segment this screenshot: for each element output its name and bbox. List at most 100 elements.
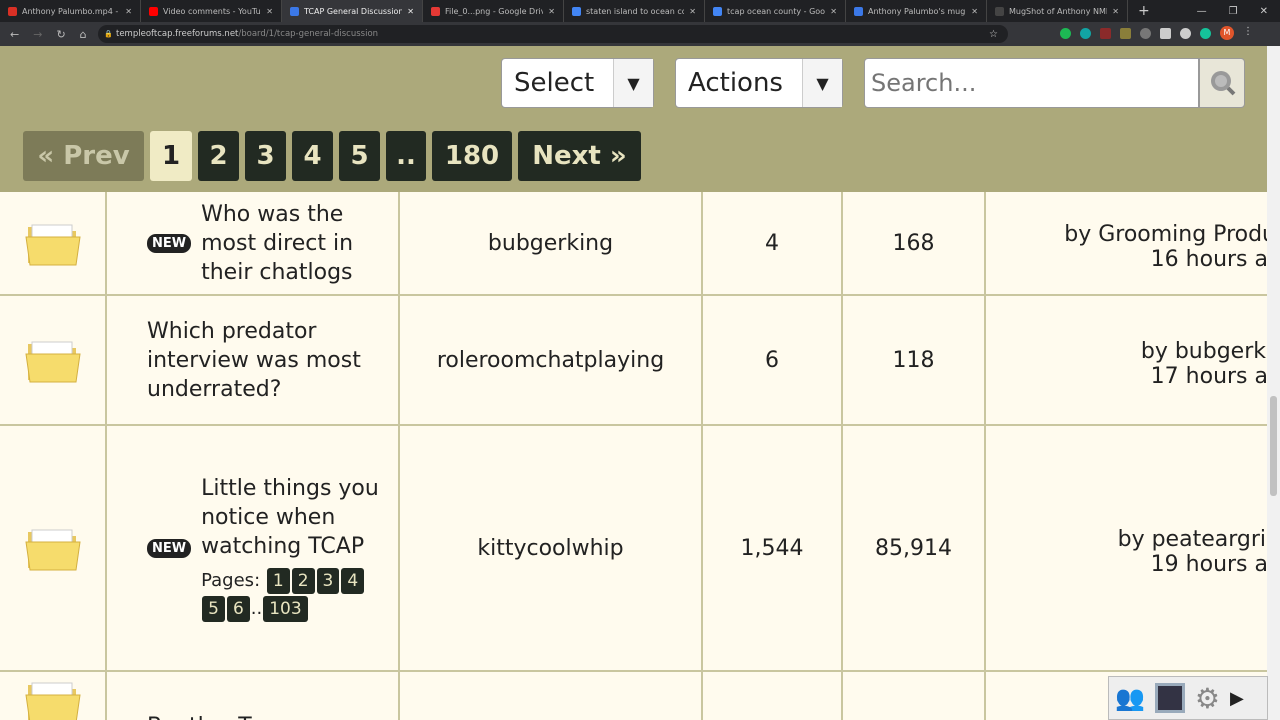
forward-button[interactable]: → [33,28,42,41]
views-count: 85,914 [875,535,952,561]
thread-title-link[interactable]: Which predator interview was most underr… [147,317,367,404]
page-button[interactable]: .. [386,131,426,181]
search-input[interactable] [864,58,1199,108]
thread-page-button[interactable]: 1 [266,567,290,594]
views-cell: 118 [843,296,986,426]
thread-title-link[interactable]: Bootleg To [147,712,367,720]
scrollbar-thumb[interactable] [1270,396,1277,496]
new-tab-button[interactable]: + [1128,3,1160,19]
thread-page-button[interactable]: 4 [341,567,365,594]
minimize-button[interactable]: — [1197,6,1207,17]
favicon-icon [290,6,299,16]
url-field[interactable]: 🔒 templeoftcap.freeforums.net/board/1/tca… [98,25,1008,43]
thread-topic-cell: NEW Who was the most direct in their chat… [107,192,400,296]
page-button[interactable]: 2 [198,131,239,181]
close-tab-icon[interactable]: ✕ [830,7,837,16]
favicon-icon [572,6,581,16]
extension-icon[interactable] [1060,28,1071,39]
last-post-by[interactable]: by Grooming Produ [1036,222,1267,247]
extension-icon[interactable] [1160,28,1171,39]
chevron-down-icon: ▼ [613,59,653,107]
folder-icon [24,529,81,571]
prev-page-button[interactable]: « Prev [23,131,144,181]
author-cell: bubgerking [400,192,703,296]
thread-list: NEW Who was the most direct in their chat… [0,192,1267,720]
page-button[interactable]: 5 [339,131,380,181]
extension-icon[interactable] [1080,28,1091,39]
close-tab-icon[interactable]: ✕ [407,7,414,16]
browser-tab[interactable]: Video comments - YouTube ✕ [141,0,282,22]
search-icon [1211,71,1236,96]
gear-icon[interactable]: ⚙ [1195,682,1220,715]
browser-tab-bar: Anthony Palumbo.mp4 - Go✕Video comments … [0,0,1280,22]
favicon-icon [713,6,722,16]
close-tab-icon[interactable]: ✕ [266,7,273,16]
page-button[interactable]: 180 [432,131,512,181]
expand-arrow-icon[interactable]: ▶ [1230,688,1244,709]
menu-icon[interactable]: ⋮ [1243,26,1253,37]
scrollbar[interactable] [1267,46,1280,720]
folder-icon [24,682,81,720]
address-bar-row: ← → ↻ ⌂ 🔒 templeoftcap.freeforums.net/board/… [0,22,1280,46]
page-button[interactable]: 4 [292,131,333,181]
views-cell: 168 [843,192,986,296]
close-tab-icon[interactable]: ✕ [548,7,555,16]
last-post-by[interactable]: by bubgerk [1036,339,1266,364]
replies-cell [703,672,843,720]
actions-dropdown[interactable]: Actions ▼ [675,58,843,108]
switch-window-icon[interactable] [1154,683,1185,713]
maximize-button[interactable]: ❐ [1229,6,1238,17]
author-link[interactable]: bubgerking [488,231,613,256]
next-page-button[interactable]: Next » [518,131,641,181]
new-badge: NEW [147,538,192,558]
author-cell [400,672,703,720]
thread-page-button[interactable]: 2 [291,567,315,594]
thread-title-link[interactable]: Little things you notice when watching T… [201,474,381,561]
page-button[interactable]: 1 [150,131,192,181]
browser-tab[interactable]: TCAP General Discussion | T✕ [282,0,423,22]
close-tab-icon[interactable]: ✕ [1112,7,1119,16]
views-count: 168 [892,230,935,256]
browser-tab[interactable]: Anthony Palumbo's mug sh ✕ [846,0,987,22]
thread-page-button[interactable]: 5 [202,595,225,622]
author-link[interactable]: kittycoolwhip [477,536,623,561]
close-tab-icon[interactable]: ✕ [125,7,132,16]
search-button[interactable] [1199,58,1245,108]
users-icon[interactable]: 👥 [1115,684,1145,712]
thread-status-cell [0,192,107,296]
profile-avatar[interactable]: M [1220,26,1234,40]
extension-icon[interactable] [1140,28,1151,39]
browser-tab[interactable]: File_0...png - Google Drive ✕ [423,0,564,22]
thread-topic-cell: Bootleg To [107,672,400,720]
page-button[interactable]: 3 [245,131,286,181]
last-post-time: 16 hours a [1150,247,1267,272]
bookmark-star-icon[interactable]: ☆ [989,29,998,40]
thread-page-button[interactable]: 6 [226,595,250,622]
author-cell: roleroomchatplaying [400,296,703,426]
close-tab-icon[interactable]: ✕ [971,7,978,16]
close-tab-icon[interactable]: ✕ [689,7,696,16]
floating-toolbar: 👥 ⚙ ▶ [1108,676,1268,720]
thread-page-button[interactable]: 103 [263,595,308,622]
back-button[interactable]: ← [10,28,19,41]
select-dropdown[interactable]: Select ▼ [501,58,654,108]
last-post-by[interactable]: by peateargri [1036,527,1266,552]
grammarly-icon[interactable] [1200,28,1211,39]
author-link[interactable]: roleroomchatplaying [437,348,664,373]
chevron-down-icon: ▼ [802,59,842,107]
last-post-cell: by Grooming Produ 16 hours a [986,192,1267,296]
browser-tab[interactable]: staten island to ocean coun✕ [564,0,705,22]
close-window-button[interactable]: ✕ [1260,6,1268,17]
thread-title-link[interactable]: Who was the most direct in their chatlog… [201,200,381,287]
reload-button[interactable]: ↻ [56,28,65,41]
browser-tab[interactable]: MugShot of Anthony NMN ✕ [987,0,1128,22]
replies-cell: 1,544 [703,426,843,672]
browser-tab[interactable]: Anthony Palumbo.mp4 - Go✕ [0,0,141,22]
extension-icon[interactable] [1100,28,1111,39]
browser-tab[interactable]: tcap ocean county - Google✕ [705,0,846,22]
extension-icon[interactable] [1120,28,1131,39]
last-post-time: 17 hours a [1150,364,1267,389]
extension-icon[interactable] [1180,28,1191,39]
thread-page-button[interactable]: 3 [316,567,340,594]
home-button[interactable]: ⌂ [80,28,87,41]
